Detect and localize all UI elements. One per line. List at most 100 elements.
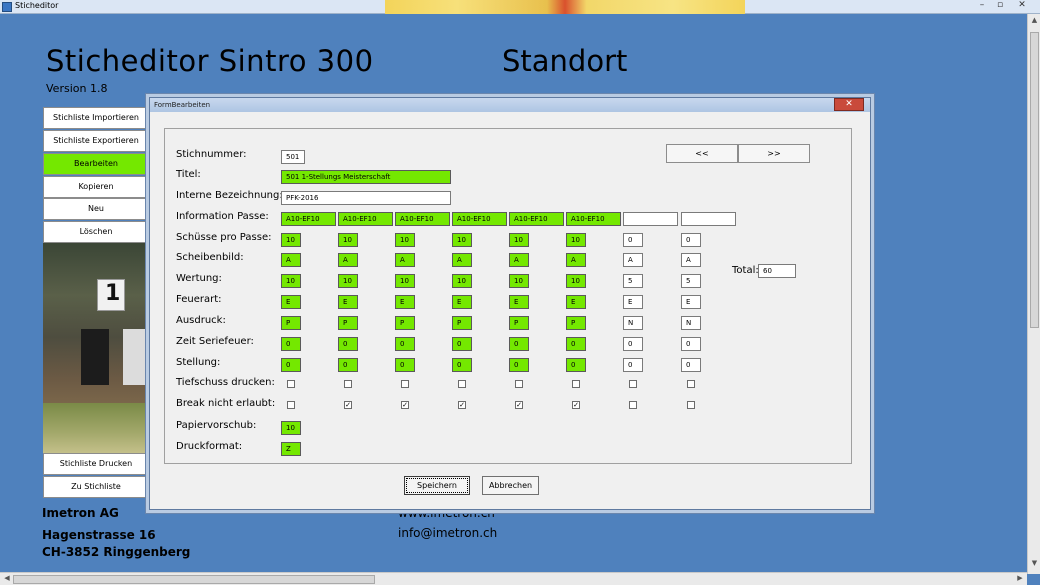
stichnummer-field[interactable]: 501 [281,150,305,164]
scroll-right-icon[interactable]: ▶ [1014,574,1026,585]
tiefschuss-checkbox[interactable] [344,380,352,388]
break-checkbox[interactable] [287,401,295,409]
scheibenbild-field[interactable]: A [395,253,415,267]
horizontal-scroll-thumb[interactable] [13,575,375,584]
schuesse-field[interactable]: 10 [509,233,529,247]
minimize-icon[interactable]: – [973,0,991,12]
print-format-field[interactable]: Z [281,442,301,456]
paper-feed-field[interactable]: 10 [281,421,301,435]
break-checkbox[interactable]: ✓ [572,401,580,409]
cancel-button[interactable]: Abbrechen [482,476,539,495]
schuesse-field[interactable]: 0 [623,233,643,247]
maximize-icon[interactable]: ▫ [991,0,1009,12]
tiefschuss-checkbox[interactable] [515,380,523,388]
prev-record-button[interactable]: << [666,144,738,163]
zeit-field[interactable]: 0 [338,337,358,351]
info-passe-field[interactable] [623,212,678,226]
edit-button[interactable]: Bearbeiten [43,153,149,175]
zeit-field[interactable]: 0 [281,337,301,351]
ausdruck-field[interactable]: P [452,316,472,330]
stellung-field[interactable]: 0 [566,358,586,372]
schuesse-field[interactable]: 10 [395,233,415,247]
vertical-scrollbar[interactable]: ▲ ▼ [1027,14,1040,574]
ausdruck-field[interactable]: P [395,316,415,330]
tiefschuss-checkbox[interactable] [687,380,695,388]
new-button[interactable]: Neu [43,198,149,220]
tiefschuss-checkbox[interactable] [287,380,295,388]
dialog-close-button[interactable]: ✕ [834,98,864,111]
stellung-field[interactable]: 0 [509,358,529,372]
schuesse-field[interactable]: 10 [281,233,301,247]
company-email-link[interactable]: info@imetron.ch [398,526,497,540]
break-checkbox[interactable]: ✓ [458,401,466,409]
title-field[interactable]: 501 1-Stellungs Meisterschaft [281,170,451,184]
stellung-field[interactable]: 0 [681,358,701,372]
zeit-field[interactable]: 0 [452,337,472,351]
zeit-field[interactable]: 0 [623,337,643,351]
tiefschuss-checkbox[interactable] [572,380,580,388]
zeit-field[interactable]: 0 [566,337,586,351]
feuerart-field[interactable]: E [338,295,358,309]
schuesse-field[interactable]: 10 [452,233,472,247]
ausdruck-field[interactable]: P [281,316,301,330]
info-passe-field[interactable]: A10-EF10 [281,212,336,226]
delete-button[interactable]: Löschen [43,221,149,243]
feuerart-field[interactable]: E [509,295,529,309]
feuerart-field[interactable]: E [566,295,586,309]
stellung-field[interactable]: 0 [281,358,301,372]
feuerart-field[interactable]: E [681,295,701,309]
info-passe-field[interactable]: A10-EF10 [395,212,450,226]
copy-button[interactable]: Kopieren [43,176,149,198]
break-checkbox[interactable] [687,401,695,409]
print-list-button[interactable]: Stichliste Drucken [43,453,149,475]
scheibenbild-field[interactable]: A [509,253,529,267]
back-to-list-button[interactable]: Zu Stichliste [43,476,149,498]
scroll-down-icon[interactable]: ▼ [1029,559,1040,571]
wertung-field[interactable]: 5 [681,274,701,288]
zeit-field[interactable]: 0 [509,337,529,351]
schuesse-field[interactable]: 10 [338,233,358,247]
feuerart-field[interactable]: E [452,295,472,309]
horizontal-scrollbar[interactable]: ◀ ▶ [0,572,1027,585]
stellung-field[interactable]: 0 [623,358,643,372]
feuerart-field[interactable]: E [395,295,415,309]
scheibenbild-field[interactable]: A [681,253,701,267]
feuerart-field[interactable]: E [281,295,301,309]
scroll-up-icon[interactable]: ▲ [1029,16,1040,28]
info-passe-field[interactable]: A10-EF10 [338,212,393,226]
scheibenbild-field[interactable]: A [338,253,358,267]
tiefschuss-checkbox[interactable] [401,380,409,388]
wertung-field[interactable]: 10 [566,274,586,288]
feuerart-field[interactable]: E [623,295,643,309]
info-passe-field[interactable]: A10-EF10 [452,212,507,226]
ausdruck-field[interactable]: P [566,316,586,330]
scroll-left-icon[interactable]: ◀ [1,574,13,585]
scheibenbild-field[interactable]: A [452,253,472,267]
tiefschuss-checkbox[interactable] [629,380,637,388]
ausdruck-field[interactable]: P [509,316,529,330]
ausdruck-field[interactable]: N [681,316,701,330]
break-checkbox[interactable]: ✓ [344,401,352,409]
info-passe-field[interactable] [681,212,736,226]
break-checkbox[interactable] [629,401,637,409]
scheibenbild-field[interactable]: A [566,253,586,267]
zeit-field[interactable]: 0 [681,337,701,351]
ausdruck-field[interactable]: P [338,316,358,330]
zeit-field[interactable]: 0 [395,337,415,351]
wertung-field[interactable]: 10 [509,274,529,288]
wertung-field[interactable]: 10 [281,274,301,288]
tiefschuss-checkbox[interactable] [458,380,466,388]
close-icon[interactable]: ✕ [1013,0,1031,12]
ausdruck-field[interactable]: N [623,316,643,330]
break-checkbox[interactable]: ✓ [515,401,523,409]
total-field[interactable]: 60 [758,264,796,278]
internal-name-field[interactable]: PFK-2016 [281,191,451,205]
wertung-field[interactable]: 10 [338,274,358,288]
wertung-field[interactable]: 10 [395,274,415,288]
break-checkbox[interactable]: ✓ [401,401,409,409]
wertung-field[interactable]: 5 [623,274,643,288]
wertung-field[interactable]: 10 [452,274,472,288]
stellung-field[interactable]: 0 [338,358,358,372]
stellung-field[interactable]: 0 [395,358,415,372]
vertical-scroll-thumb[interactable] [1030,32,1039,328]
